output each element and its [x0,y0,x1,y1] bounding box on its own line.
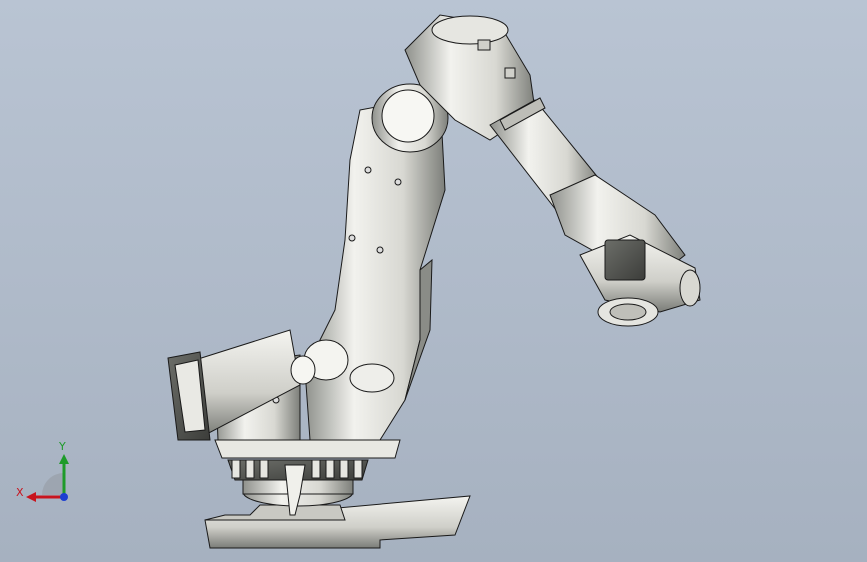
cad-viewport[interactable]: X Y [0,0,867,562]
axis-x-label: X [16,486,24,499]
triad-axes-icon [26,454,69,502]
axis-y-label: Y [59,440,66,453]
robot-arm-model[interactable] [0,0,867,562]
coordinate-triad: X Y [14,440,84,510]
base-plate [204,495,471,549]
wrist [549,174,701,327]
